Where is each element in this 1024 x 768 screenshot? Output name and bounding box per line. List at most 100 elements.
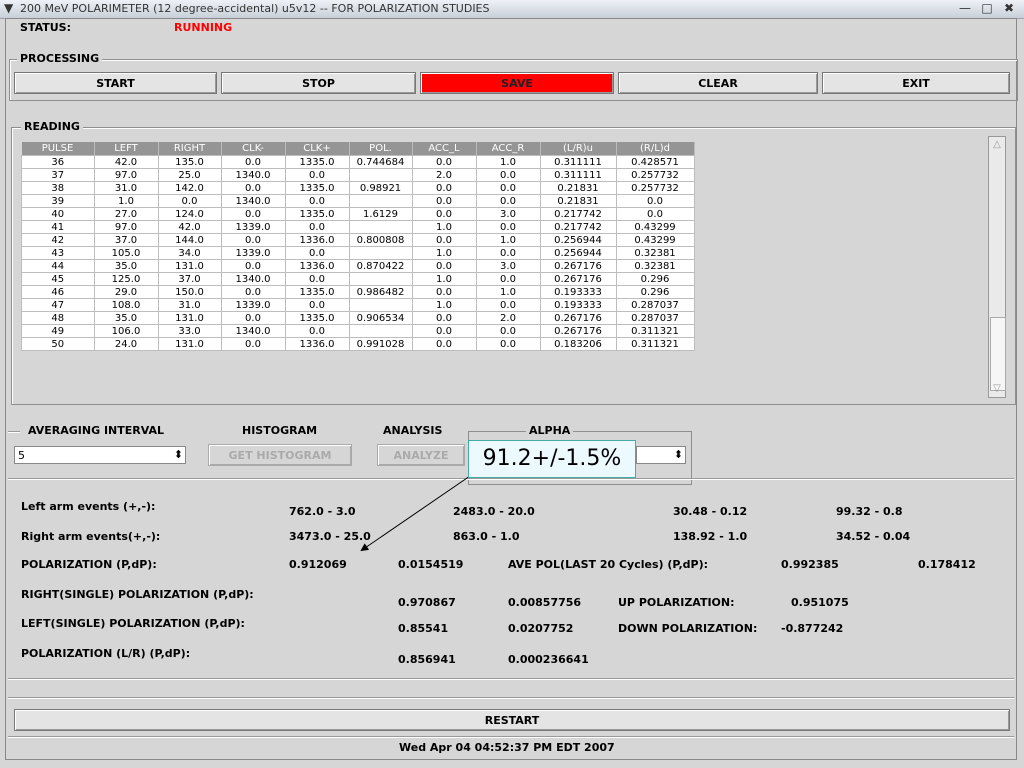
table-cell: 0.906534 (348, 311, 413, 325)
reading-scrollbar[interactable]: △ ▽ (988, 136, 1006, 398)
alpha-label: ALPHA (526, 424, 574, 437)
table-cell: 1340.0 (220, 324, 286, 338)
scroll-down-icon[interactable]: ▽ (991, 383, 1003, 395)
col-lr-u: (L/R)u (540, 142, 617, 156)
polarization-callout: 91.2+/-1.5% (468, 440, 636, 478)
scroll-thumb[interactable] (990, 317, 1006, 391)
table-cell: 0.0 (284, 298, 350, 312)
table-cell: 46 (21, 285, 95, 299)
maximize-icon[interactable]: □ (980, 1, 994, 15)
right-single-label: RIGHT(SINGLE) POLARIZATION (P,dP): (21, 588, 254, 601)
table-cell: 0.0 (284, 194, 350, 208)
left-single-dp: 0.0207752 (508, 622, 574, 635)
table-cell (348, 220, 413, 234)
table-row[interactable]: 46 29.0 150.0 0.0 1335.0 0.986482 0.0 1.0 0.1933… (21, 285, 695, 299)
table-cell: 0.0 (475, 324, 541, 338)
table-cell: 31.0 (93, 181, 159, 195)
minimize-icon[interactable]: — (958, 1, 972, 15)
table-cell: 0.311321 (615, 337, 695, 351)
table-row[interactable]: 49 106.0 33.0 1340.0 0.0 0.0 0.0 0.267176 0.3113… (21, 324, 695, 338)
table-row[interactable]: 38 31.0 142.0 0.0 1335.0 0.98921 0.0 0.0 0.21831… (21, 181, 695, 195)
table-cell: 1.0 (475, 285, 541, 299)
down-polarization-value: -0.877242 (781, 622, 844, 635)
window-menu-icon[interactable]: ▼ (4, 1, 13, 15)
table-cell: 0.193333 (539, 298, 617, 312)
table-cell: 0.0 (284, 246, 350, 260)
table-row[interactable]: 48 35.0 131.0 0.0 1335.0 0.906534 0.0 2.0 0.2671… (21, 311, 695, 325)
table-cell: 0.217742 (539, 207, 617, 221)
table-cell: 0.0 (220, 207, 286, 221)
table-row[interactable]: 50 24.0 131.0 0.0 1336.0 0.991028 0.0 0.0 0.1832… (21, 337, 695, 351)
alpha-spinbox[interactable]: ⬍ (636, 446, 686, 464)
table-cell: 33.0 (157, 324, 222, 338)
left-single-label: LEFT(SINGLE) POLARIZATION (P,dP): (21, 617, 245, 630)
table-cell: 0.311111 (539, 155, 617, 169)
ave-pol-p: 0.992385 (781, 558, 839, 571)
table-cell: 142.0 (157, 181, 222, 195)
right-arm-label: Right arm events(+,-): (21, 530, 161, 543)
table-row[interactable]: 36 42.0 135.0 0.0 1335.0 0.744684 0.0 1.0 0.3111… (21, 155, 695, 169)
table-cell: 0.21831 (539, 181, 617, 195)
restart-divider (8, 697, 1014, 699)
stop-button[interactable]: STOP (221, 72, 416, 94)
col-left: LEFT (94, 142, 159, 156)
histogram-label: HISTOGRAM (242, 424, 318, 437)
table-row[interactable]: 43 105.0 34.0 1339.0 0.0 1.0 0.0 0.256944 0.3238… (21, 246, 695, 260)
table-row[interactable]: 45 125.0 37.0 1340.0 0.0 1.0 0.0 0.267176 0.296 (21, 272, 695, 286)
polarization-lr-dp: 0.000236641 (508, 653, 589, 666)
table-row[interactable]: 44 35.0 131.0 0.0 1336.0 0.870422 0.0 3.0 0.2671… (21, 259, 695, 273)
alpha-spinner-icon[interactable]: ⬍ (674, 448, 683, 461)
table-cell: 0.0 (615, 207, 695, 221)
table-row[interactable]: 47 108.0 31.0 1339.0 0.0 1.0 0.0 0.193333 0.2870… (21, 298, 695, 312)
table-row[interactable]: 42 37.0 144.0 0.0 1336.0 0.800808 0.0 1.0 0.2569… (21, 233, 695, 247)
clear-button[interactable]: CLEAR (618, 72, 818, 94)
table-cell: 1340.0 (220, 194, 286, 208)
restart-button[interactable]: RESTART (14, 709, 1010, 731)
table-cell: 106.0 (93, 324, 159, 338)
table-row[interactable]: 39 1.0 0.0 1340.0 0.0 0.0 0.0 0.21831 0.0 (21, 194, 695, 208)
left-arm-v1: 762.0 - 3.0 (289, 505, 356, 518)
table-cell: 0.0 (411, 285, 477, 299)
table-cell: 1335.0 (284, 311, 350, 325)
table-row[interactable]: 41 97.0 42.0 1339.0 0.0 1.0 0.0 0.217742 0.43299 (21, 220, 695, 234)
status-value: RUNNING (174, 21, 233, 34)
table-cell: 0.193333 (539, 285, 617, 299)
table-cell: 0.98921 (348, 181, 413, 195)
start-button[interactable]: START (14, 72, 217, 94)
table-cell: 50 (21, 337, 95, 351)
col-right: RIGHT (158, 142, 222, 156)
table-cell: 1336.0 (284, 233, 350, 247)
scroll-up-icon[interactable]: △ (991, 139, 1003, 151)
close-icon[interactable]: ✖ (1002, 1, 1016, 15)
table-row[interactable]: 40 27.0 124.0 0.0 1335.0 1.6129 0.0 3.0 0.217742… (21, 207, 695, 221)
table-cell: 2.0 (475, 311, 541, 325)
averaging-interval-spinbox[interactable]: 5 ⬍ (14, 446, 186, 464)
table-cell: 2.0 (411, 168, 477, 182)
table-cell: 0.0 (411, 324, 477, 338)
col-rl-d: (R/L)d (616, 142, 695, 156)
table-cell: 0.32381 (615, 246, 695, 260)
table-row[interactable]: 37 97.0 25.0 1340.0 0.0 2.0 0.0 0.311111 0.25773… (21, 168, 695, 182)
table-cell: 105.0 (93, 246, 159, 260)
table-cell: 45 (21, 272, 95, 286)
table-cell: 0.0 (220, 155, 286, 169)
analyze-button[interactable]: ANALYZE (377, 444, 465, 466)
get-histogram-button[interactable]: GET HISTOGRAM (208, 444, 352, 466)
exit-button[interactable]: EXIT (822, 72, 1010, 94)
table-cell: 1339.0 (220, 246, 286, 260)
save-button[interactable]: SAVE (420, 72, 614, 94)
spinner-icon[interactable]: ⬍ (174, 448, 183, 461)
table-cell: 0.0 (411, 155, 477, 169)
window-titlebar: ▼ 200 MeV POLARIMETER (12 degree-acciden… (0, 0, 1024, 19)
col-acc-r: ACC_R (476, 142, 541, 156)
table-cell: 44 (21, 259, 95, 273)
results-top-divider (8, 478, 1014, 480)
up-polarization-label: UP POLARIZATION: (618, 596, 735, 609)
ave-pol-dp: 0.178412 (918, 558, 976, 571)
table-cell: 0.256944 (539, 246, 617, 260)
table-cell: 0.0 (157, 194, 222, 208)
table-cell: 0.744684 (348, 155, 413, 169)
table-cell: 1335.0 (284, 181, 350, 195)
table-cell: 1339.0 (220, 298, 286, 312)
table-cell: 0.296 (615, 285, 695, 299)
